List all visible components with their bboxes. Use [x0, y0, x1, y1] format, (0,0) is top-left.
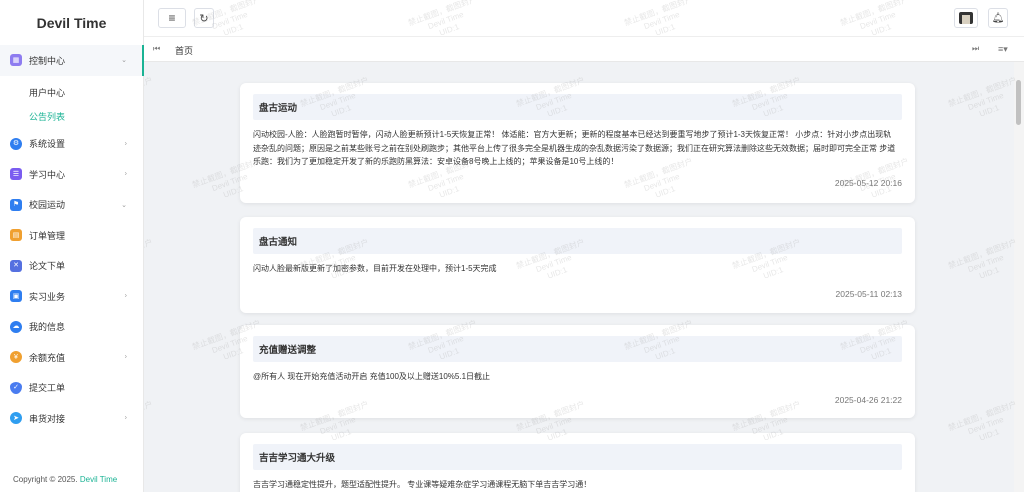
copyright: Copyright © 2025. Devil Time [13, 475, 117, 484]
avatar-icon [959, 12, 973, 24]
sidebar-item-orders[interactable]: ▤ 订单管理 [0, 220, 143, 251]
sidebar-item-campus-sports[interactable]: ⚑ 校园运动 ⌄ [0, 190, 143, 221]
sidebar-item-label: 学习中心 [29, 169, 66, 180]
copyright-text: Copyright © 2025. [13, 475, 78, 484]
sidebar-item-label: 系统设置 [29, 139, 66, 150]
submenu-announcements[interactable]: 公告列表 [0, 105, 143, 129]
sidebar-item-label: 控制中心 [29, 55, 66, 66]
announcement-list: 盘古运动 闪动校园-人脸：人脸跑暂时暂停，闪动人脸更新预计1-5天恢复正常！ 体… [144, 62, 1014, 492]
sidebar-item-docking[interactable]: ➤ 串货对接 › [0, 403, 143, 434]
double-left-icon[interactable]: ⏮ [153, 44, 160, 54]
announcement-card: 盘古运动 闪动校园-人脸：人脸跑暂时暂停，闪动人脸更新预计1-5天恢复正常！ 体… [240, 83, 915, 203]
menu-toggle-button[interactable]: ≡ [158, 8, 186, 28]
announcement-title: 盘古通知 [253, 228, 902, 254]
announcement-date: 2025-04-26 21:22 [834, 394, 902, 405]
run-icon: ⚑ [10, 198, 22, 211]
sidebar-item-learning[interactable]: ☰ 学习中心 › [0, 159, 143, 190]
refresh-icon: ↻ [199, 12, 209, 25]
sidebar-item-settings[interactable]: ⚙ 系统设置 › [0, 129, 143, 160]
coin-icon: ¥ [10, 351, 22, 364]
sidebar-item-label: 提交工单 [29, 383, 66, 394]
chevron-down-icon: ⌄ [121, 57, 127, 65]
dashboard-icon: ▦ [10, 54, 22, 67]
sidebar: Devil Time ▦ 控制中心 ⌄ 用户中心 公告列表 ⚙ 系统设置 › ☰… [0, 0, 144, 492]
sidebar-item-my-info[interactable]: ☁ 我的信息 [0, 312, 143, 343]
shield-icon: ✓ [10, 381, 22, 394]
refresh-button[interactable]: ↻ [194, 8, 214, 28]
announcement-title: 充值赠送调整 [253, 336, 902, 362]
paper-icon: ✕ [10, 259, 22, 272]
announcement-date: 2025-05-12 20:16 [834, 177, 902, 188]
sidebar-item-label: 校园运动 [29, 200, 66, 211]
chevron-right-icon: › [124, 292, 127, 300]
brand-logo[interactable]: Devil Time [0, 0, 143, 45]
sidebar-item-recharge[interactable]: ¥ 余额充值 › [0, 342, 143, 373]
sidebar-item-label: 串货对接 [29, 413, 66, 424]
copyright-link[interactable]: Devil Time [80, 475, 117, 484]
chevron-right-icon: › [124, 414, 127, 422]
sidebar-item-ticket[interactable]: ✓ 提交工单 [0, 373, 143, 404]
announcement-body: @所有人 现在开始充值活动开启 充值100及以上赠送10%5.1日截止 [253, 372, 491, 381]
book-icon: ☰ [10, 168, 22, 181]
announcement-body: 吉吉学习通稳定性提升，题型适配性提升。 专业课等疑难杂症学习通课程无脑下单吉吉学… [253, 480, 592, 489]
send-icon: ➤ [10, 412, 22, 425]
sidebar-item-label: 论文下单 [29, 261, 66, 272]
sidebar-item-label: 我的信息 [29, 322, 66, 333]
bell-icon: 🔔︎ [991, 12, 1005, 24]
sidebar-item-label: 余额充值 [29, 352, 66, 363]
announcement-body: 闪动校园-人脸：人脸跑暂时暂停，闪动人脸更新预计1-5天恢复正常！ 体适能：官方… [253, 130, 896, 166]
hamburger-icon: ≡ [168, 11, 176, 25]
chevron-down-icon: ⌄ [121, 201, 127, 209]
gear-icon: ⚙ [10, 137, 22, 150]
announcement-body: 闪动人脸最新版更新了加密参数，目前开发在处理中，预计1-5天完成 [253, 264, 497, 273]
announcement-title: 盘古运动 [253, 94, 902, 120]
chevron-right-icon: › [124, 170, 127, 178]
double-right-icon[interactable]: ⏭ [972, 44, 979, 54]
tab-menu-icon[interactable]: ≡▾ [998, 44, 1008, 55]
tabs-bar: ⏮ 首页 ⏭ ≡▾ [144, 36, 1024, 62]
top-bar: ≡ ↻ 🔔︎ [144, 0, 1024, 36]
sidebar-item-dashboard[interactable]: ▦ 控制中心 ⌄ [0, 45, 144, 76]
tab-home[interactable]: 首页 [175, 44, 193, 57]
cloud-icon: ☁ [10, 320, 22, 333]
sidebar-item-internship[interactable]: ▣ 实习业务 › [0, 281, 143, 312]
avatar-button[interactable] [954, 8, 978, 28]
announcement-title: 吉吉学习通大升级 [253, 444, 902, 470]
announcement-date: 2025-05-11 02:13 [835, 288, 902, 299]
notification-button[interactable]: 🔔︎ [988, 8, 1008, 28]
order-icon: ▤ [10, 229, 22, 242]
scrollbar-track[interactable] [1014, 62, 1024, 492]
sidebar-item-label: 订单管理 [29, 230, 66, 241]
sidebar-item-paper-order[interactable]: ✕ 论文下单 [0, 251, 143, 282]
scrollbar-thumb[interactable] [1016, 80, 1021, 125]
chevron-right-icon: › [124, 353, 127, 361]
announcement-card: 充值赠送调整 @所有人 现在开始充值活动开启 充值100及以上赠送10%5.1日… [240, 325, 915, 418]
announcement-card: 吉吉学习通大升级 吉吉学习通稳定性提升，题型适配性提升。 专业课等疑难杂症学习通… [240, 433, 915, 492]
chevron-right-icon: › [124, 140, 127, 148]
announcement-card: 盘古通知 闪动人脸最新版更新了加密参数，目前开发在处理中，预计1-5天完成 20… [240, 217, 915, 313]
sidebar-item-label: 实习业务 [29, 291, 66, 302]
briefcase-icon: ▣ [10, 290, 22, 303]
submenu-user-center[interactable]: 用户中心 [0, 81, 143, 105]
